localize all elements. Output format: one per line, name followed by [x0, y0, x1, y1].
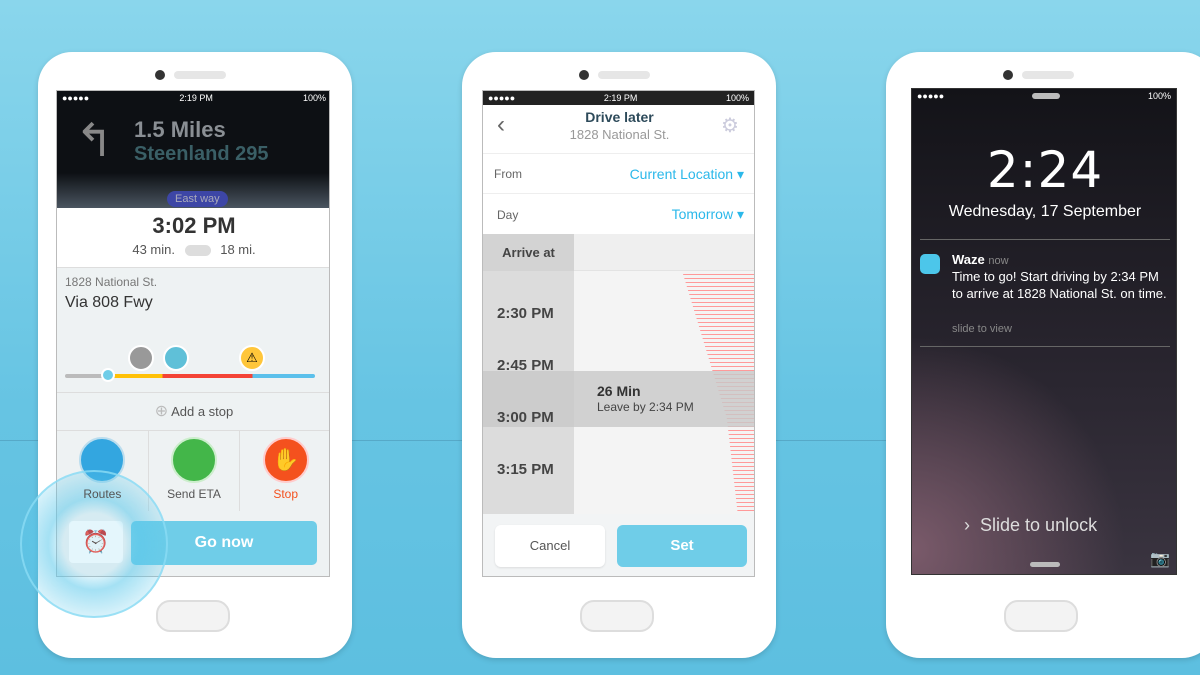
grabber[interactable] [1030, 562, 1060, 567]
send-eta-icon [171, 437, 217, 483]
plus-icon: ⊕ [154, 403, 169, 420]
destination: 1828 National St. [65, 275, 158, 289]
time-options[interactable]: 2:30 PM 2:45 PM 3:00 PM 3:15 PM 3:30 PM [497, 288, 554, 548]
from-value: Current Location [629, 166, 734, 182]
eta-duration: 43 min. [132, 242, 175, 257]
waze-notification[interactable]: Waze now Time to go! Start driving by 2:… [912, 249, 1176, 345]
day-selector[interactable]: Day Tomorrow ▾ [483, 193, 754, 233]
current-position-marker [101, 368, 115, 382]
time-option[interactable]: 2:30 PM [497, 288, 554, 340]
police-icon[interactable] [163, 345, 189, 371]
selected-duration: 26 Min [597, 383, 641, 399]
from-selector[interactable]: From Current Location ▾ [483, 153, 754, 193]
slide-to-unlock[interactable]: › Slide to unlock [964, 515, 1097, 536]
set-button[interactable]: Set [617, 525, 747, 567]
send-eta-label: Send ETA [167, 487, 221, 501]
routes-button[interactable]: Routes [57, 431, 149, 511]
time-option[interactable]: 2:45 PM [497, 340, 554, 392]
alarm-clock-icon: ⏰ [82, 529, 110, 554]
signal-icon: ●●●●● [488, 93, 516, 103]
phone-lock-screen: ●●●●● 100% 2:24 Wednesday, 17 September … [886, 52, 1200, 658]
time-option[interactable]: 3:00 PM [497, 392, 554, 444]
header-title: Drive later [585, 109, 654, 125]
arrival-time-list[interactable]: Arrive at 2:30 PM 2:45 PM 3:00 PM 3:15 P… [483, 234, 754, 530]
cancel-button[interactable]: Cancel [495, 525, 605, 567]
camera-icon[interactable]: 📷 [1150, 549, 1170, 569]
route-via: Via 808 Fwy [65, 294, 153, 311]
chevron-down-icon[interactable] [184, 245, 211, 257]
map-road-label: East way [167, 191, 228, 207]
home-button[interactable] [580, 600, 654, 632]
notification-app: Waze [952, 252, 985, 267]
turn-distance: 1.5 Miles [134, 117, 226, 142]
navigation-banner: ●●●●● 2:19 PM 100% ↰ 1.5 Miles Steenland … [57, 91, 329, 208]
day-value: Tomorrow [671, 206, 734, 222]
phone-drive-later: ●●●●● 2:19 PM 100% ‹ Drive later 1828 Nat… [462, 52, 776, 658]
day-label: Day [497, 208, 519, 222]
lock-clock: 2:24 [986, 141, 1104, 199]
eta-panel[interactable]: 3:02 PM 43 min. 18 mi. [57, 208, 329, 268]
stop-hand-icon: ✋ [262, 437, 309, 483]
from-label: From [494, 167, 522, 181]
status-time: 2:19 PM [603, 93, 638, 103]
battery-level: 100% [302, 93, 326, 103]
add-stop-label: Add a stop [171, 404, 234, 419]
selected-leave-time: Leave by 2:34 PM [597, 400, 694, 414]
signal-icon: ●●●●● [917, 91, 945, 101]
turn-street: Steenland 295 [134, 143, 269, 165]
eta-distance: 18 mi. [220, 242, 256, 257]
notification-body: Time to go! Start driving by 2:34 PM to … [952, 269, 1167, 301]
traffic-jam-icon[interactable] [128, 345, 154, 371]
notification-hint: slide to view [952, 323, 1012, 335]
home-button[interactable] [156, 600, 230, 632]
arrive-at-header: Arrive at [483, 234, 574, 271]
header-subtitle: 1828 National St. [569, 127, 670, 142]
action-row: Routes Send ETA ✋ Stop [57, 431, 329, 511]
stop-button[interactable]: ✋ Stop [240, 431, 329, 511]
slide-to-unlock-label: Slide to unlock [980, 515, 1098, 535]
alarm-clock-button[interactable]: ⏰ [69, 521, 123, 563]
turn-left-icon: ↰ [75, 114, 114, 166]
add-stop-button[interactable]: ⊕ Add a stop [57, 392, 329, 431]
lock-date: Wednesday, 17 September [948, 203, 1142, 220]
status-time: 2:19 PM [179, 93, 213, 103]
go-now-button[interactable]: Go now [131, 521, 317, 565]
home-button[interactable] [1004, 600, 1078, 632]
battery-level: 100% [725, 93, 749, 103]
stop-label: Stop [273, 487, 299, 501]
send-eta-button[interactable]: Send ETA [149, 431, 241, 511]
gear-icon[interactable]: ⚙ [721, 113, 739, 138]
notification-time: now [988, 255, 1009, 267]
routes-label: Routes [83, 487, 122, 501]
chevron-right-icon: › [964, 515, 970, 535]
hazard-icon[interactable]: ⚠ [239, 345, 265, 371]
time-option[interactable]: 3:15 PM [497, 444, 554, 496]
signal-icon: ●●●●● [62, 93, 90, 103]
routes-icon [79, 437, 126, 483]
waze-app-icon [920, 254, 940, 274]
eta-time: 3:02 PM [152, 213, 236, 238]
battery-level: 100% [1147, 91, 1171, 101]
phone-navigation: ●●●●● 2:19 PM 100% ↰ 1.5 Miles Steenland … [20, 52, 352, 658]
